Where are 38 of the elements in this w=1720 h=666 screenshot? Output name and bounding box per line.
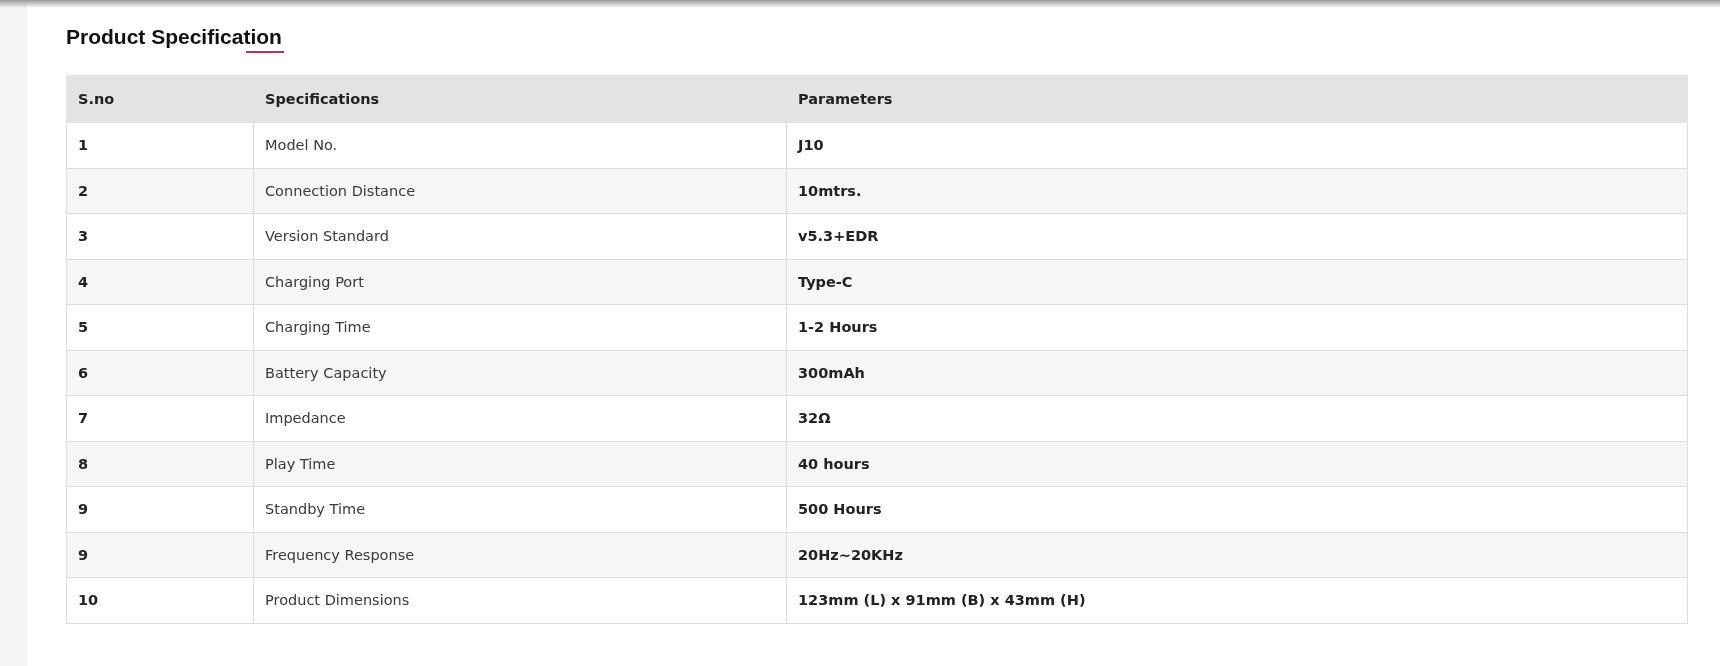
table-cell: 4 (66, 259, 254, 305)
column-header: Specifications (253, 75, 787, 123)
table-cell: Charging Port (253, 259, 787, 305)
table-cell: 500 Hours (786, 486, 1688, 532)
table-cell: 40 hours (786, 441, 1688, 487)
table-cell: 8 (66, 441, 254, 487)
table-cell: 10 (66, 577, 254, 623)
section-title: Product Specification (66, 24, 282, 50)
table-cell: Version Standard (253, 213, 787, 259)
table-cell: 1-2 Hours (786, 304, 1688, 350)
table-cell: 123mm (L) x 91mm (B) x 43mm (H) (786, 577, 1688, 623)
column-header: S.no (66, 75, 254, 123)
table-cell: Frequency Response (253, 532, 787, 578)
column-header: Parameters (786, 75, 1688, 123)
table-cell: 6 (66, 350, 254, 396)
title-underline (246, 51, 284, 53)
table-cell: 9 (66, 532, 254, 578)
table-cell: Model No. (253, 122, 787, 168)
table-cell: Standby Time (253, 486, 787, 532)
table-cell: v5.3+EDR (786, 213, 1688, 259)
table-cell: Product Dimensions (253, 577, 787, 623)
table-cell: 32Ω (786, 395, 1688, 441)
table-cell: 1 (66, 122, 254, 168)
table-cell: 3 (66, 213, 254, 259)
table-cell: 5 (66, 304, 254, 350)
table-cell: Charging Time (253, 304, 787, 350)
table-cell: 20Hz~20KHz (786, 532, 1688, 578)
table-cell: Battery Capacity (253, 350, 787, 396)
table-cell: 300mAh (786, 350, 1688, 396)
table-cell: 7 (66, 395, 254, 441)
table-cell: 2 (66, 168, 254, 214)
table-cell: 9 (66, 486, 254, 532)
table-cell: Impedance (253, 395, 787, 441)
table-cell: Type-C (786, 259, 1688, 305)
table-cell: Connection Distance (253, 168, 787, 214)
table-cell: J10 (786, 122, 1688, 168)
table-cell: Play Time (253, 441, 787, 487)
table-cell: 10mtrs. (786, 168, 1688, 214)
